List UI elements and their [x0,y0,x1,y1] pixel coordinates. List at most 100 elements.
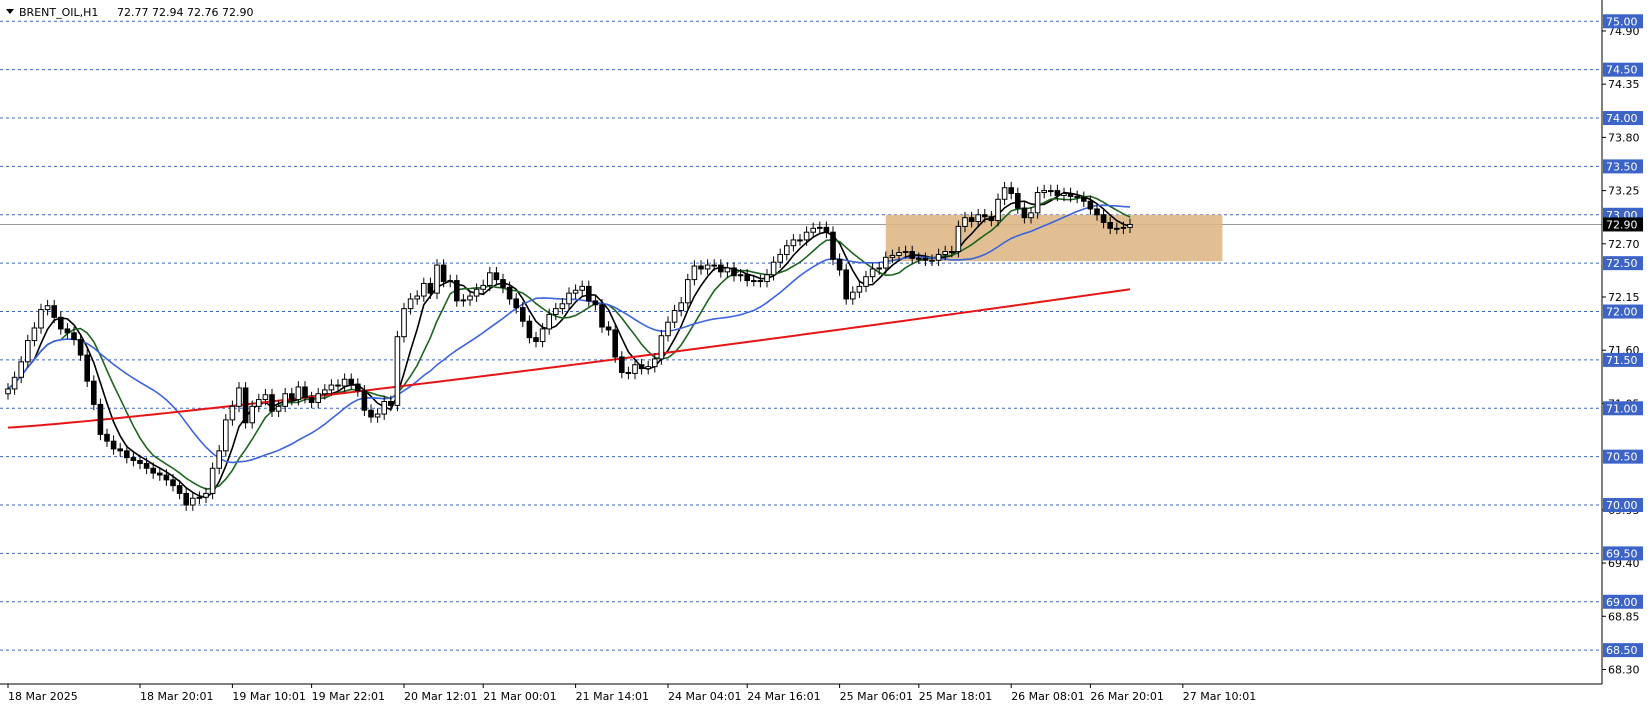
symbol-label: BRENT_OIL,H1 [19,6,98,19]
bear-candle-body [612,329,619,358]
bull-candle-body [579,285,586,291]
price-tick-label: 72.70 [1608,238,1640,251]
bear-candle-body [104,433,110,442]
bear-candle-body [157,472,163,476]
time-tick-label: 21 Mar 00:01 [483,690,556,703]
bull-candle-body [295,386,302,401]
bear-candle-body [302,386,308,399]
bear-candle-body [506,286,513,300]
level-label: 68.50 [1606,644,1638,657]
price-tick-label: 74.35 [1608,78,1640,91]
chart-window[interactable]: 74.9074.3573.8073.2572.7072.1571.6071.05… [0,0,1651,708]
candle [394,330,401,412]
price-chart[interactable]: 74.9074.3573.8073.2572.7072.1571.6071.05… [0,0,1651,708]
bull-candle-body [751,280,757,283]
candle [223,414,229,457]
level-label: 74.50 [1606,64,1638,77]
bear-candle-body [836,258,843,271]
time-tick-label: 19 Mar 22:01 [312,690,385,703]
bear-candle-body [843,269,850,300]
bull-candle-body [262,394,269,401]
bear-candle-body [909,251,916,259]
bull-candle-body [678,302,685,312]
bull-candle-body [539,328,546,343]
time-tick-label: 21 Mar 14:01 [576,690,649,703]
bull-candle-body [216,450,222,469]
time-tick-label: 25 Mar 06:01 [840,690,913,703]
bull-candle-body [473,288,480,297]
bull-candle-body [790,239,797,247]
bear-candle-body [625,371,632,374]
bear-candle-body [97,403,104,435]
bear-candle-body [493,272,500,281]
bull-candle-body [1061,192,1067,196]
bear-candle-body [308,397,315,403]
bear-candle-body [1107,222,1114,229]
bear-candle-body [520,307,526,322]
candle [612,324,619,363]
bull-candle-body [902,251,909,254]
bear-candle-body [440,264,447,283]
bear-candle-body [361,390,368,411]
bull-candle-body [883,256,889,269]
time-tick-label: 26 Mar 08:01 [1011,690,1084,703]
level-label: 73.50 [1606,160,1638,173]
candle [434,259,440,299]
time-tick-label: 24 Mar 04:01 [668,690,741,703]
bear-candle-body [922,257,929,261]
chart-header[interactable]: BRENT_OIL,H1 72.77 72.94 72.76 72.90 [6,6,253,19]
bear-candle-body [1074,195,1081,198]
bear-candle-body [592,300,599,306]
bear-candle-body [355,383,361,392]
bear-candle-body [388,400,394,406]
bear-candle-body [289,393,295,401]
time-tick-label: 25 Mar 18:01 [919,690,992,703]
bull-candle-body [929,259,935,262]
bear-candle-body [176,485,183,494]
bull-candle-body [889,254,896,258]
time-tick-label: 18 Mar 2025 [8,690,78,703]
bull-candle-body [559,303,566,310]
bull-candle-body [896,252,902,256]
bear-candle-body [1100,214,1107,224]
bear-candle-body [1021,207,1028,219]
bear-candle-body [335,384,341,387]
bull-candle-body [1034,192,1041,214]
bull-candle-body [480,284,486,290]
bull-candle-body [229,405,236,421]
bear-candle-body [51,305,58,318]
bear-candle-body [988,216,995,222]
bull-candle-body [949,251,955,254]
bull-candle-body [685,279,691,304]
bull-candle-body [916,257,922,260]
bull-candle-body [11,376,18,390]
candle [84,349,91,387]
price-tick-label: 73.80 [1608,131,1640,144]
bear-candle-body [744,274,751,282]
bull-candle-body [869,268,876,278]
bull-candle-body [434,264,440,294]
bull-candle-body [190,497,196,506]
bear-candle-body [533,337,539,343]
candle [843,264,850,305]
level-label: 71.00 [1606,402,1638,415]
level-label: 72.50 [1606,257,1638,270]
candle [97,398,104,441]
bull-candle-body [31,327,38,342]
current-price-label: 72.90 [1606,218,1638,231]
bear-candle-body [183,492,189,506]
bear-candle-body [84,354,91,382]
bear-candle-body [830,231,836,260]
bull-candle-body [196,496,203,499]
bull-candle-body [645,366,652,370]
bear-candle-body [71,332,77,341]
bull-candle-body [328,384,335,391]
bear-candle-body [368,409,374,418]
level-label: 75.00 [1606,15,1638,28]
bull-candle-body [223,419,229,452]
price-tick-label: 68.30 [1608,663,1640,676]
bull-candle-body [381,400,387,415]
bull-candle-body [1041,190,1048,194]
bull-candle-body [632,364,638,374]
bull-candle-body [209,467,216,494]
